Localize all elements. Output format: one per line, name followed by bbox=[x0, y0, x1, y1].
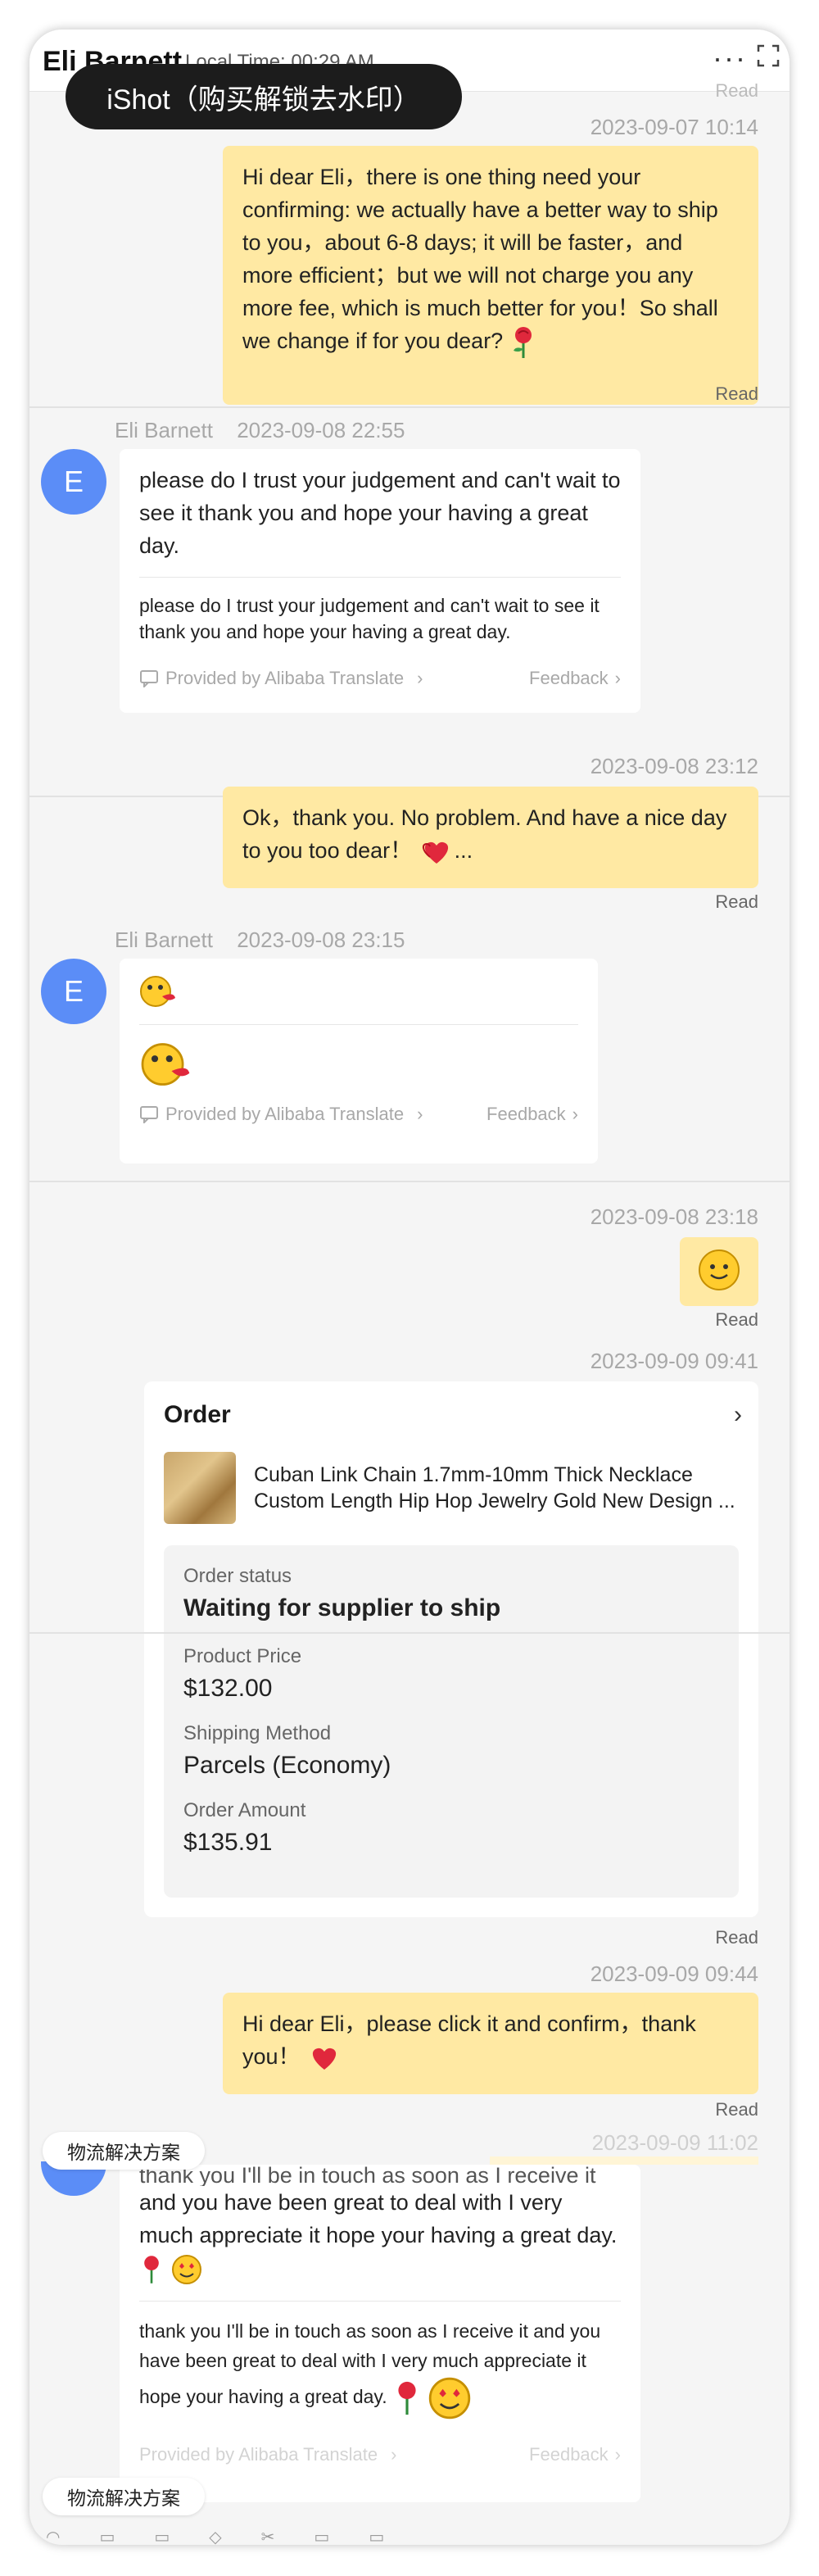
translate-icon bbox=[140, 670, 158, 687]
partial-bubble bbox=[490, 2156, 758, 2165]
outgoing-message[interactable]: Ok，thank you. No problem. And have a nic… bbox=[223, 787, 758, 888]
divider bbox=[29, 1181, 790, 1182]
outgoing-message[interactable]: Hi dear Eli，please click it and confirm，… bbox=[223, 1993, 758, 2094]
provided-by-link[interactable]: Provided by Alibaba Translate bbox=[165, 1104, 404, 1125]
chevron-right-icon: › bbox=[614, 668, 621, 688]
product-price-value: $132.00 bbox=[183, 1675, 273, 1702]
read-status: Read bbox=[715, 1309, 758, 1330]
sender-name: Eli Barnett bbox=[115, 418, 213, 442]
translate-footer: Provided by Alibaba Translate › Feedback › bbox=[120, 2436, 640, 2480]
sender-line: Eli Barnett 2023-09-08 22:55 bbox=[115, 418, 423, 443]
file-tool-icon[interactable]: ▭ bbox=[154, 2527, 170, 2545]
read-status: Read bbox=[715, 1927, 758, 1948]
card-tool-icon[interactable]: ▭ bbox=[314, 2527, 329, 2545]
kiss-face-icon bbox=[141, 1043, 190, 1086]
order-title: Order bbox=[164, 1401, 231, 1428]
order-amount-value: $135.91 bbox=[183, 1829, 273, 1856]
order-tool-icon[interactable]: ◇ bbox=[209, 2527, 221, 2545]
logistics-solution-chip[interactable]: 物流解决方案 bbox=[43, 2478, 205, 2515]
chevron-right-icon: › bbox=[417, 1104, 423, 1124]
message-timestamp: 2023-09-08 23:18 bbox=[590, 1204, 758, 1229]
outgoing-message[interactable] bbox=[680, 1237, 758, 1306]
provided-by-link[interactable]: Provided by Alibaba Translate bbox=[139, 2444, 378, 2465]
incoming-message[interactable]: Provided by Alibaba Translate › Feedback › bbox=[120, 959, 598, 1163]
shipping-method-value: Parcels (Economy) bbox=[183, 1752, 391, 1779]
rose-icon bbox=[398, 2381, 416, 2415]
sender-name: Eli Barnett bbox=[115, 927, 213, 952]
translate-footer: Provided by Alibaba Translate › Feedback › bbox=[120, 660, 640, 704]
more-icon[interactable]: ··· bbox=[713, 41, 747, 75]
chat-window: Eli Barnett Local Time: 00:29 AM ··· Rea… bbox=[29, 29, 790, 2545]
heart-eyes-face-icon bbox=[429, 2377, 471, 2420]
divider bbox=[29, 1632, 790, 1634]
read-status: Read bbox=[715, 383, 758, 404]
read-status: Read bbox=[715, 891, 758, 912]
product-name[interactable]: Cuban Link Chain 1.7mm-10mm Thick Neckla… bbox=[254, 1462, 742, 1514]
feedback-link[interactable]: Feedback bbox=[486, 1104, 566, 1124]
message-text-cut: thank you I'll be in touch as soon as I … bbox=[139, 2165, 596, 2186]
chevron-right-icon: › bbox=[417, 668, 423, 688]
chevron-right-icon[interactable]: › bbox=[734, 1401, 742, 1429]
emoji-message bbox=[120, 959, 598, 1024]
fullscreen-icon[interactable] bbox=[757, 44, 780, 67]
logistics-solution-chip[interactable]: 物流解决方案 bbox=[43, 2132, 205, 2170]
chevron-right-icon: › bbox=[391, 2443, 397, 2465]
hearts-icon bbox=[312, 2048, 337, 2070]
order-details: Order status Waiting for supplier to shi… bbox=[164, 1545, 739, 1898]
product-name-line: Cuban Link Chain 1.7mm-10mm Thick Neckla… bbox=[254, 1463, 693, 1486]
product-thumbnail[interactable] bbox=[164, 1452, 236, 1524]
watermark-banner: iShot（购买解锁去水印） bbox=[66, 64, 462, 129]
smile-face-icon bbox=[699, 1249, 740, 1290]
kiss-face-icon bbox=[140, 976, 175, 1007]
menu-tool-icon[interactable]: ▭ bbox=[369, 2527, 384, 2545]
product-price-label: Product Price bbox=[183, 1645, 302, 1667]
translated-text: please do I trust your judgement and can… bbox=[139, 595, 600, 642]
sender-line: Eli Barnett 2023-09-08 23:15 bbox=[115, 927, 423, 953]
avatar[interactable]: E bbox=[41, 959, 106, 1024]
shipping-method-label: Shipping Method bbox=[183, 1722, 332, 1744]
divider bbox=[29, 406, 790, 408]
order-card[interactable]: Order › Cuban Link Chain 1.7mm-10mm Thic… bbox=[144, 1381, 758, 1917]
translated-text: thank you I'll be in touch as soon as I … bbox=[120, 2302, 640, 2436]
incoming-message[interactable]: please do I trust your judgement and can… bbox=[120, 449, 640, 713]
message-timestamp: 2023-09-09 11:02 bbox=[591, 2130, 758, 2155]
message-text: and you have been great to deal with I v… bbox=[139, 2190, 618, 2247]
rose-icon bbox=[513, 326, 532, 358]
rose-icon bbox=[144, 2256, 159, 2283]
emoji-tool-icon[interactable]: ◠ bbox=[46, 2527, 60, 2545]
product-name-line: Custom Length Hip Hop Jewelry Gold New D… bbox=[254, 1490, 735, 1512]
message-text: Hi dear Eli，there is one thing need your… bbox=[242, 165, 718, 353]
read-status: Read bbox=[715, 80, 758, 101]
translated-emoji bbox=[120, 1025, 598, 1095]
order-amount-label: Order Amount bbox=[183, 1799, 306, 1821]
feedback-link[interactable]: Feedback bbox=[529, 2444, 609, 2465]
message-timestamp: 2023-09-08 23:12 bbox=[590, 754, 758, 778]
read-status: Read bbox=[715, 2099, 758, 2120]
scissors-tool-icon[interactable]: ✂ bbox=[261, 2527, 275, 2545]
translated-text-content: thank you I'll be in touch as soon as I … bbox=[139, 2320, 601, 2407]
message-text: please do I trust your judgement and can… bbox=[139, 468, 621, 558]
feedback-link[interactable]: Feedback bbox=[529, 668, 609, 688]
chevron-right-icon: › bbox=[614, 2443, 621, 2465]
order-status-label: Order status bbox=[183, 1565, 292, 1587]
provided-by-link[interactable]: Provided by Alibaba Translate bbox=[165, 668, 404, 689]
avatar[interactable]: E bbox=[41, 449, 106, 515]
outgoing-message[interactable]: Hi dear Eli，there is one thing need your… bbox=[223, 146, 758, 405]
message-timestamp: 2023-09-08 23:15 bbox=[237, 927, 405, 952]
heart-eyes-face-icon bbox=[171, 2254, 201, 2284]
hearts-icon bbox=[422, 841, 448, 864]
translate-icon bbox=[140, 1106, 158, 1123]
chevron-right-icon: › bbox=[572, 1104, 578, 1124]
message-trail: ... bbox=[454, 838, 473, 863]
message-timestamp: 2023-09-07 10:14 bbox=[590, 115, 758, 139]
chat-toolbar: ◠ ▭ ▭ ◇ ✂ ▭ ▭ bbox=[29, 2527, 790, 2545]
message-timestamp: 2023-09-09 09:44 bbox=[590, 1961, 758, 1986]
message-timestamp: 2023-09-08 22:55 bbox=[237, 418, 405, 442]
translate-footer: Provided by Alibaba Translate › Feedback › bbox=[120, 1095, 598, 1140]
image-tool-icon[interactable]: ▭ bbox=[99, 2527, 115, 2545]
message-text: Ok，thank you. No problem. And have a nic… bbox=[242, 805, 727, 863]
message-timestamp: 2023-09-09 09:41 bbox=[590, 1349, 758, 1373]
order-status-value: Waiting for supplier to ship bbox=[183, 1594, 501, 1621]
incoming-message[interactable]: thank you I'll be in touch as soon as I … bbox=[120, 2165, 640, 2502]
